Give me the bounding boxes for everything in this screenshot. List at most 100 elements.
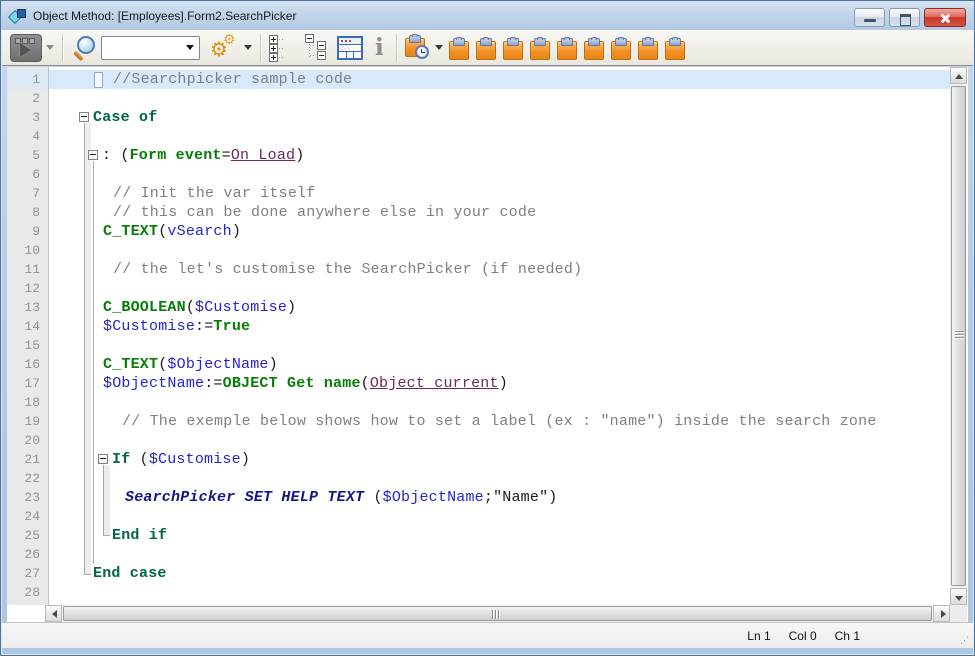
code-token: // Init the var itself — [113, 185, 315, 202]
minimize-button[interactable] — [854, 8, 885, 27]
scroll-grip-icon — [492, 610, 499, 619]
fold-guide-case-branch — [93, 161, 94, 564]
search-icon — [71, 35, 97, 61]
code-token: ) — [295, 147, 304, 164]
code-line[interactable]: C_TEXT($ObjectName) — [103, 355, 278, 374]
information-icon: i — [371, 35, 388, 61]
resize-grip[interactable]: ⋰ — [960, 635, 970, 645]
maximize-button[interactable] — [889, 8, 920, 27]
code-token: = — [222, 147, 231, 164]
code-token: ) — [232, 223, 241, 240]
arrow-left-icon — [52, 610, 57, 618]
maximize-icon — [900, 14, 911, 26]
clipboard-clock-icon — [405, 35, 431, 61]
run-dropdown-arrow-icon — [46, 45, 54, 50]
code-line[interactable]: Case of — [93, 108, 157, 127]
code-line[interactable]: // this can be done anywhere else in you… — [113, 203, 536, 222]
fold-toggle[interactable] — [88, 150, 98, 160]
close-icon — [939, 12, 951, 24]
clipboard-button-7[interactable] — [611, 36, 631, 60]
code-line[interactable]: //Searchpicker sample code — [113, 70, 352, 89]
method-icon — [9, 8, 27, 24]
code-token: // The exemple below shows how to set a … — [122, 413, 877, 430]
code-line[interactable]: // The exemple below shows how to set a … — [122, 412, 877, 431]
code-token: $ObjectName — [167, 356, 268, 373]
clipboard-button-9[interactable] — [665, 36, 685, 60]
code-line[interactable]: // Init the var itself — [113, 184, 315, 203]
code-token: SearchPicker SET HELP TEXT — [125, 489, 364, 506]
clipboard-button-2[interactable] — [476, 36, 496, 60]
search-combobox[interactable] — [101, 36, 200, 60]
clipboard-button-1[interactable] — [449, 36, 469, 60]
scroll-right-button[interactable] — [933, 605, 950, 622]
code-token: : ( — [102, 147, 130, 164]
vertical-scrollbar[interactable] — [950, 67, 967, 605]
code-token: ) — [548, 489, 557, 506]
arrow-right-icon — [941, 610, 946, 618]
code-token: $Customise — [103, 318, 195, 335]
run-method-button[interactable] — [10, 34, 54, 62]
code-token: $Customise — [149, 451, 241, 468]
code-token: ) — [241, 451, 250, 468]
code-token: "Name" — [493, 489, 548, 506]
scroll-up-button[interactable] — [950, 67, 967, 84]
code-token: Object current — [370, 375, 499, 392]
code-line[interactable]: : (Form event=On Load) — [102, 146, 304, 165]
code-line[interactable]: $Customise:=True — [103, 317, 250, 336]
arrow-up-icon — [955, 74, 963, 79]
code-token: C_TEXT — [103, 223, 158, 240]
close-button[interactable] — [924, 8, 966, 27]
settings-dropdown-arrow-icon — [244, 45, 252, 50]
information-button[interactable]: i — [371, 35, 388, 61]
code-token: If — [112, 451, 130, 468]
run-icon — [10, 34, 42, 62]
fold-toggle[interactable] — [79, 112, 89, 122]
code-line[interactable]: If ($Customise) — [112, 450, 250, 469]
collapse-all-button[interactable] — [303, 34, 329, 62]
code-token: $Customise — [195, 299, 287, 316]
fold-guide-case-of — [84, 123, 91, 575]
code-token: vSearch — [167, 223, 231, 240]
code-token: // this can be done anywhere else in you… — [113, 204, 536, 221]
clipboard-group — [449, 36, 685, 60]
title-bar[interactable]: Object Method: [Employees].Form2.SearchP… — [1, 1, 974, 30]
fold-toggle[interactable] — [98, 454, 108, 464]
clipboard-history-arrow-icon — [435, 45, 443, 50]
code-token: ( — [361, 375, 370, 392]
clipboard-history-button[interactable] — [405, 35, 443, 61]
clipboard-button-3[interactable] — [503, 36, 523, 60]
scroll-down-button[interactable] — [950, 588, 967, 605]
status-char: Ch 1 — [835, 629, 860, 643]
fold-guide-if — [103, 465, 110, 536]
scroll-left-button[interactable] — [45, 605, 62, 622]
code-line[interactable]: // the let's customise the SearchPicker … — [113, 260, 582, 279]
clipboard-button-8[interactable] — [638, 36, 658, 60]
clipboard-button-6[interactable] — [584, 36, 604, 60]
horizontal-scrollbar[interactable] — [45, 605, 950, 622]
toolbar-separator — [260, 34, 261, 62]
form-icon — [337, 36, 363, 60]
scrollbar-corner — [950, 605, 967, 622]
horizontal-scroll-thumb[interactable] — [63, 606, 932, 621]
code-line[interactable]: SearchPicker SET HELP TEXT ($ObjectName;… — [125, 488, 558, 507]
code-line[interactable]: End if — [112, 526, 167, 545]
status-line: Ln 1 — [747, 629, 770, 643]
toolbar: ⚙⚙ i — [2, 30, 973, 66]
code-line[interactable]: C_TEXT(vSearch) — [103, 222, 241, 241]
code-line[interactable]: End case — [93, 564, 167, 583]
form-button[interactable] — [337, 36, 363, 60]
expand-all-button[interactable] — [269, 34, 295, 62]
code-token: ) — [269, 356, 278, 373]
vertical-scroll-thumb[interactable] — [951, 86, 966, 586]
clipboard-button-4[interactable] — [530, 36, 550, 60]
code-token: $ObjectName — [103, 375, 204, 392]
code-token: $ObjectName — [383, 489, 484, 506]
code-editor[interactable]: 1234567891011121314151617181920212223242… — [7, 67, 968, 622]
code-area[interactable]: //Searchpicker sample code Case of : (Form… — [7, 67, 950, 605]
clipboard-button-5[interactable] — [557, 36, 577, 60]
window-title: Object Method: [Employees].Form2.SearchP… — [33, 9, 296, 23]
method-settings-button[interactable]: ⚙⚙ — [210, 34, 252, 62]
code-line[interactable]: C_BOOLEAN($Customise) — [103, 298, 296, 317]
search-input[interactable] — [104, 38, 184, 58]
code-line[interactable]: $ObjectName:=OBJECT Get name(Object curr… — [103, 374, 508, 393]
